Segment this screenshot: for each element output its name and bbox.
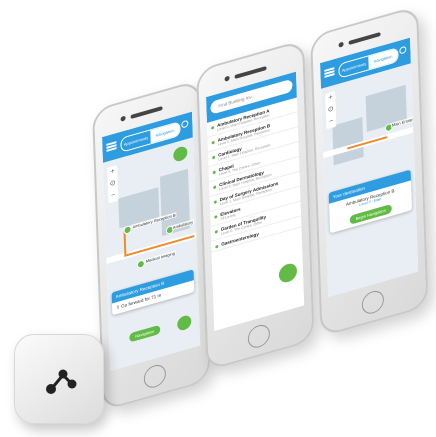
zoom-control[interactable]: + ⊙ − xyxy=(325,90,337,130)
earpiece-speaker xyxy=(348,31,381,46)
route-line xyxy=(123,230,127,257)
menu-icon[interactable] xyxy=(106,141,117,152)
front-camera xyxy=(120,115,126,122)
destination-card: Your destination Ambulatory Reception B … xyxy=(328,169,413,234)
earpiece-speaker xyxy=(234,65,267,80)
locate-button[interactable] xyxy=(173,145,188,163)
phone-map-route: Appointments Navigation + ⊙ − Ambulatory R… xyxy=(92,79,211,412)
tab-navigation[interactable]: Navigation xyxy=(150,122,180,144)
phone-screen: Appointments Navigation + ⊙ − Ambulatory R… xyxy=(102,111,201,371)
bullet-icon xyxy=(212,155,216,160)
tab-appointments[interactable]: Appointments xyxy=(339,56,368,77)
search-icon[interactable] xyxy=(181,119,189,129)
bullet-icon xyxy=(213,200,217,205)
map-pin[interactable] xyxy=(136,259,145,270)
info-button[interactable] xyxy=(177,313,192,332)
zoom-control[interactable]: + ⊙ − xyxy=(107,164,119,204)
app-icon[interactable] xyxy=(14,334,104,424)
location-list: Ambulatory Reception A Level 0, Main Hosp… xyxy=(206,97,304,331)
bullet-icon xyxy=(211,140,215,145)
bullet-icon xyxy=(213,185,217,190)
bullet-icon xyxy=(215,244,219,249)
product-showcase: Appointments Navigation + ⊙ − Ambulatory R… xyxy=(0,0,436,437)
tab-appointments[interactable]: Appointments xyxy=(121,130,150,151)
indoor-map[interactable]: + ⊙ − Main Entrance Your destination Ambul… xyxy=(320,63,419,297)
route-line xyxy=(124,235,195,257)
map-label: Medical Imaging xyxy=(144,250,176,265)
front-camera xyxy=(338,41,344,48)
home-button xyxy=(361,288,385,317)
route-card: Ambulatory Reception B ⇧ Go forward for … xyxy=(111,269,195,316)
phone-destination: Appointments Navigation + ⊙ − Main Entranc… xyxy=(310,5,429,338)
navigation-button[interactable]: Navigation xyxy=(129,324,161,343)
bullet-icon xyxy=(214,229,218,234)
phone-search-list: Find Building Inv.. Ambulatory Reception… xyxy=(196,39,315,372)
earpiece-speaker xyxy=(130,105,163,120)
phone-screen: Appointments Navigation + ⊙ − Main Entranc… xyxy=(320,37,419,297)
bullet-icon xyxy=(212,170,216,175)
home-button xyxy=(247,322,271,351)
tab-navigation[interactable]: Navigation xyxy=(368,48,398,70)
share-nodes-icon xyxy=(46,369,77,394)
map-pin[interactable] xyxy=(123,224,132,236)
indoor-map[interactable]: + ⊙ − Ambulatory Reception B Ambulatory Me… xyxy=(102,137,201,371)
menu-icon[interactable] xyxy=(324,67,335,78)
bullet-icon xyxy=(211,125,215,130)
front-camera xyxy=(224,75,230,82)
bullet-icon xyxy=(214,215,218,219)
home-button xyxy=(143,362,167,391)
phone-screen: Find Building Inv.. Ambulatory Reception… xyxy=(206,71,305,331)
search-icon[interactable] xyxy=(399,45,407,55)
